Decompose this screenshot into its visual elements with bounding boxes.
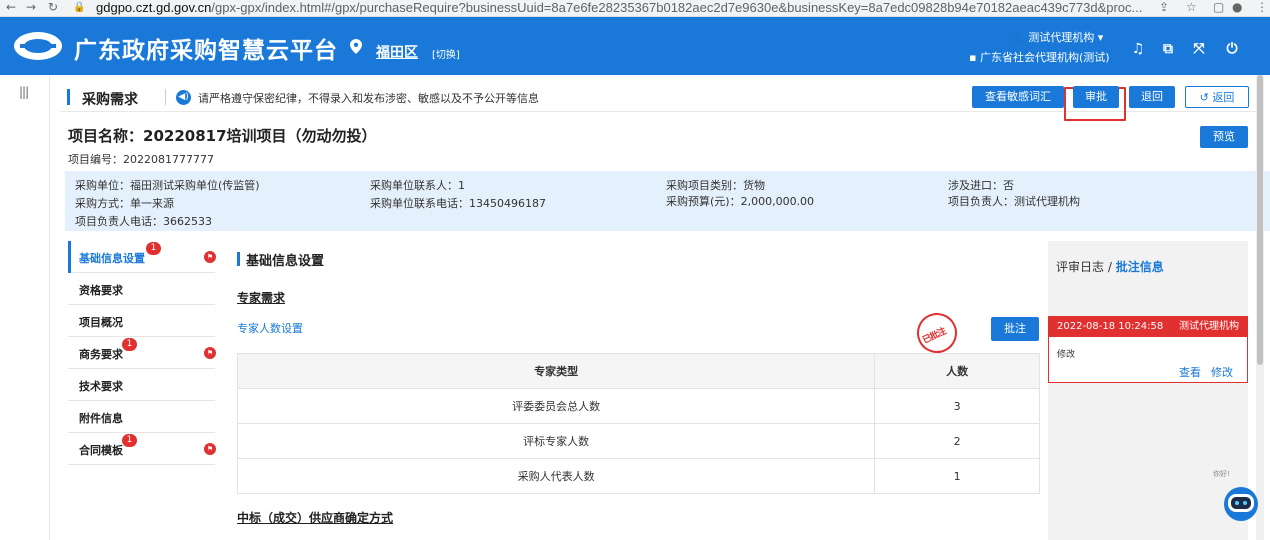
sidebar-item-contract[interactable]: 合同模板 1 ⚑: [68, 433, 216, 465]
purchaser-info: 采购单位：福田测试采购单位(传监管): [75, 179, 260, 192]
fullscreen-icon[interactable]: ⤧: [1191, 41, 1207, 57]
log-tabs: 评审日志 / 批注信息: [1056, 258, 1164, 275]
panel-icon[interactable]: ▢: [1213, 0, 1224, 15]
back-icon[interactable]: ←: [6, 0, 16, 15]
annotation-author: 测试代理机构: [1179, 321, 1239, 332]
leader-info: 项目负责人：测试代理机构: [948, 195, 1080, 208]
logo: [14, 32, 62, 60]
view-link[interactable]: 查看: [1179, 364, 1201, 380]
annotate-button[interactable]: 批注: [991, 317, 1039, 341]
sidebar-item-business[interactable]: 商务要求 1 ⚑: [68, 337, 216, 369]
project-info-panel: 采购单位：福田测试采购单位(传监管) 采购方式：单一来源 项目负责人电话：366…: [65, 171, 1270, 231]
expert-count: 3: [874, 388, 1040, 424]
approve-button[interactable]: 审批: [1073, 86, 1119, 108]
expert-heading: 专家需求: [237, 291, 286, 305]
page-header: 采购需求 ◀) 请严格遵守保密纪律，不得录入和发布涉密、敏感以及不予公开等信息 …: [60, 82, 1260, 121]
project-number: 项目编号：2022081777777: [68, 153, 214, 166]
menu-toggle-icon[interactable]: |||: [19, 85, 29, 99]
contact-info: 采购单位联系人：1: [370, 179, 465, 192]
caret-down-icon: ▾: [1094, 31, 1104, 44]
edit-link[interactable]: 修改: [1211, 364, 1233, 380]
user-name: 测试代理机构: [1028, 31, 1095, 44]
address-bar[interactable]: gdgpo.czt.gd.gov.cn/gpx-gpx/index.html#/…: [96, 0, 1142, 15]
robot-greeting: 你好!: [1213, 470, 1230, 478]
menu-dots-icon[interactable]: ⋮: [1256, 0, 1268, 15]
contact-phone-info: 采购单位联系电话：13450496187: [370, 197, 546, 210]
count-badge: 1: [122, 434, 137, 447]
org-name: ▪ 广东省社会代理机构(测试): [969, 51, 1110, 64]
share-icon[interactable]: ⇪: [1159, 0, 1169, 15]
page-scrollbar[interactable]: [1256, 75, 1264, 540]
notification-icon[interactable]: ♫: [1130, 41, 1146, 57]
flag-icon: ⚑: [204, 443, 216, 455]
url-path: /gpx-gpx/index.html#/gpx/purchaseRequire…: [211, 0, 1143, 15]
site-header: 广东政府采购智慧云平台 福田区 [切换] 👤 测试代理机构 ▾ ▪ 广东省社会代…: [0, 17, 1270, 75]
sidebar-item-qualification[interactable]: 资格要求: [68, 273, 215, 305]
flag-icon: ⚑: [204, 251, 216, 263]
location-pin-icon: [350, 39, 362, 54]
expert-type: 采购人代表人数: [236, 458, 876, 494]
reject-button[interactable]: 退回: [1129, 86, 1175, 108]
expert-type: 评标专家人数: [236, 423, 876, 459]
back-button[interactable]: ↺ 返回: [1185, 86, 1249, 108]
count-badge: 1: [146, 242, 161, 255]
sidebar-item-basic[interactable]: 基础信息设置 1 ⚑: [68, 241, 216, 273]
user-icon: 👤: [1011, 31, 1029, 44]
region-switch[interactable]: [切换]: [432, 46, 460, 61]
flag-icon: ⚑: [204, 347, 216, 359]
lock-icon[interactable]: 🔒: [73, 0, 85, 15]
security-notice: 请严格遵守保密纪律，不得录入和发布涉密、敏感以及不予公开等信息: [198, 92, 539, 105]
annotated-stamp: 已批注: [910, 306, 964, 360]
expert-type: 评委委员会总人数: [236, 388, 876, 424]
chat-robot-icon[interactable]: [1217, 482, 1265, 522]
sidebar-item-technical[interactable]: 技术要求: [68, 369, 215, 401]
count-badge: 1: [122, 338, 137, 351]
speaker-icon: ◀): [176, 90, 191, 105]
annotation-card: 2022-08-18 10:24:58 测试代理机构 修改 查看 修改: [1048, 316, 1248, 383]
table-header-row: 专家类型 人数: [236, 353, 1040, 389]
section-sidebar: 基础信息设置 1 ⚑ 资格要求 项目概况 商务要求 1 ⚑ 技术要求 附件信息 …: [68, 241, 216, 481]
user-menu[interactable]: 👤 测试代理机构 ▾: [1011, 29, 1103, 45]
profile-icon[interactable]: ●: [1232, 0, 1242, 15]
preview-button[interactable]: 预览: [1200, 126, 1248, 148]
forward-icon[interactable]: →: [26, 0, 36, 15]
screen-icon[interactable]: ⧉: [1160, 41, 1176, 57]
main-panel: 采购需求 ◀) 请严格遵守保密纪律，不得录入和发布涉密、敏感以及不予公开等信息 …: [60, 75, 1270, 540]
project-title: 项目名称：20220817培训项目（勿动勿投）: [68, 127, 377, 145]
expert-table: 专家类型 人数 评委委员会总人数 3 评标专家人数 2 采购人代表人数 1: [236, 353, 1040, 494]
expert-count: 1: [874, 458, 1040, 494]
return-icon: ↺: [1199, 91, 1213, 104]
left-rail: |||: [0, 75, 50, 540]
table-row: 评标专家人数 2: [236, 423, 1040, 459]
budget-info: 采购预算(元)：2,000,000.00: [666, 195, 815, 208]
table-row: 评委委员会总人数 3: [236, 388, 1040, 424]
expert-count: 2: [874, 423, 1040, 459]
section-title: 基础信息设置: [246, 254, 325, 269]
column-header: 专家类型: [236, 353, 876, 389]
reload-icon[interactable]: ↻: [48, 0, 58, 15]
table-row: 采购人代表人数 1: [236, 458, 1040, 494]
sensitive-words-button[interactable]: 查看敏感词汇: [972, 86, 1064, 108]
expert-count-link[interactable]: 专家人数设置: [237, 320, 303, 336]
power-icon[interactable]: ⏻: [1224, 41, 1240, 57]
site-title: 广东政府采购智慧云平台: [74, 38, 338, 64]
annotation-time: 2022-08-18 10:24:58: [1057, 321, 1164, 332]
method-info: 采购方式：单一来源: [75, 197, 174, 210]
url-host: gdgpo.czt.gd.gov.cn: [96, 0, 212, 15]
org-icon: ▪: [969, 51, 980, 64]
leader-phone-info: 项目负责人电话：3662533: [75, 215, 212, 228]
import-info: 涉及进口：否: [948, 179, 1014, 192]
page-title: 采购需求: [82, 92, 138, 108]
tab-annotations[interactable]: 批注信息: [1116, 260, 1164, 274]
winner-method-heading: 中标（成交）供应商确定方式: [237, 511, 394, 525]
category-info: 采购项目类别：货物: [666, 179, 765, 192]
region-link[interactable]: 福田区: [376, 42, 418, 62]
sidebar-item-attachments[interactable]: 附件信息: [68, 401, 215, 433]
sidebar-item-overview[interactable]: 项目概况: [68, 305, 215, 337]
browser-toolbar: ← → ↻ 🔒 gdgpo.czt.gd.gov.cn/gpx-gpx/inde…: [0, 0, 1270, 17]
column-header: 人数: [874, 353, 1040, 389]
annotation-note: 修改: [1057, 350, 1076, 360]
star-icon[interactable]: ☆: [1186, 0, 1197, 15]
tab-review-log[interactable]: 评审日志 /: [1056, 260, 1116, 274]
